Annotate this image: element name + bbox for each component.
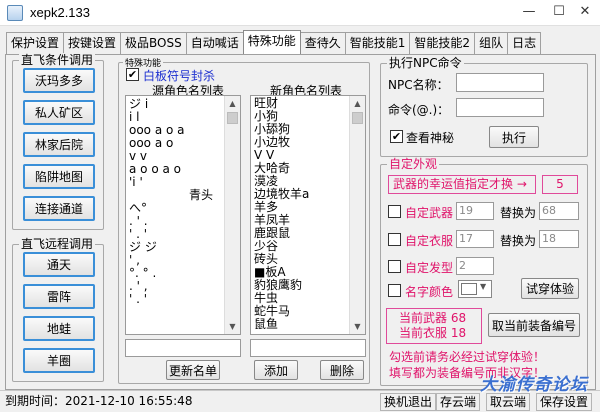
view-mystery-checkbox[interactable]: ✔ bbox=[390, 130, 403, 143]
tab-boss[interactable]: 极品BOSS bbox=[120, 32, 187, 54]
group-appearance-title: 自定外观 bbox=[387, 157, 440, 171]
scroll-up-icon[interactable]: ▲ bbox=[225, 96, 240, 111]
tab-special[interactable]: 特殊功能 bbox=[242, 30, 301, 54]
new-name-list[interactable]: 旺财 小狗 小舔狗 小边牧 V V 大哈奇 漠凌 边境牧羊a 羊多 羊凤羊 鹿跟鼠 少谷 砖头 ■板A 豹狼… bbox=[250, 95, 366, 335]
weapon-id-input[interactable]: 19 bbox=[456, 202, 494, 220]
custom-weapon-label: 自定武器 bbox=[405, 206, 454, 220]
custom-hair-label: 自定发型 bbox=[405, 261, 454, 275]
remote-button-4[interactable]: 羊圈 bbox=[23, 348, 95, 373]
color-swatch bbox=[461, 283, 477, 295]
group-condition-fly-title: 直飞条件调用 bbox=[19, 53, 96, 67]
save-settings-button[interactable]: 保存设置 bbox=[536, 393, 593, 411]
tab-log[interactable]: 日志 bbox=[507, 32, 542, 54]
scroll-thumb[interactable] bbox=[227, 112, 238, 124]
watermark-logo: 大渝传奇论坛 bbox=[480, 375, 588, 395]
scroll-up-icon[interactable]: ▲ bbox=[350, 96, 365, 111]
fly-button-3[interactable]: 林家后院 bbox=[23, 132, 95, 157]
current-cloth-text: 当前衣服 18 bbox=[399, 326, 467, 340]
execute-button[interactable]: 执行 bbox=[489, 126, 539, 148]
cloth-id-input[interactable]: 17 bbox=[456, 230, 494, 248]
source-name-list[interactable]: ジ ii l ooo a o a ooo a ov va o o a o 'i ' 青… bbox=[125, 95, 241, 335]
save-cloud-button[interactable]: 存云端 bbox=[436, 393, 481, 411]
title-bar: xepk2.133 — ☐ ✕ bbox=[0, 0, 600, 26]
new-list-scrollbar[interactable]: ▲ ▼ bbox=[349, 96, 365, 334]
remote-button-2[interactable]: 雷阵 bbox=[23, 284, 95, 309]
try-on-button[interactable]: 试穿体验 bbox=[521, 278, 579, 299]
logout-button[interactable]: 换机退出 bbox=[380, 393, 437, 411]
tab-team[interactable]: 组队 bbox=[474, 32, 509, 54]
fly-button-1[interactable]: 沃玛多多 bbox=[23, 68, 95, 93]
take-current-equipment-button[interactable]: 取当前装备编号 bbox=[488, 313, 580, 337]
list-item[interactable]: ジ ジ bbox=[129, 241, 237, 254]
fly-button-4[interactable]: 陷阱地图 bbox=[23, 164, 95, 189]
cloth-replace-input[interactable]: 18 bbox=[539, 230, 579, 248]
custom-hair-checkbox[interactable] bbox=[388, 260, 401, 273]
command-input[interactable] bbox=[456, 98, 544, 117]
current-equipment-box: 当前武器 68 当前衣服 18 bbox=[386, 308, 482, 344]
hair-id-input[interactable]: 2 bbox=[456, 257, 494, 275]
scroll-down-icon[interactable]: ▼ bbox=[350, 319, 365, 334]
weapon-replace-input[interactable]: 68 bbox=[539, 202, 579, 220]
fly-button-2[interactable]: 私人矿区 bbox=[23, 100, 95, 125]
window-title: xepk2.133 bbox=[30, 5, 90, 20]
delete-button[interactable]: 删除 bbox=[320, 360, 364, 380]
update-list-button[interactable]: 更新名单 bbox=[166, 360, 220, 380]
list-item[interactable]: 鼠鱼 bbox=[254, 318, 362, 331]
cloth-replace-label: 替换为 bbox=[500, 234, 537, 248]
app-icon bbox=[7, 5, 23, 21]
close-button[interactable]: ✕ bbox=[570, 0, 600, 22]
tab-keys[interactable]: 按键设置 bbox=[63, 32, 122, 54]
note-try-on: 勾选前请务必经过试穿体验！ bbox=[389, 350, 546, 364]
name-color-label: 名字颜色 bbox=[405, 285, 454, 299]
list-item[interactable]: ' . ' bbox=[129, 293, 237, 306]
tab-auto-shout[interactable]: 自动喊话 bbox=[185, 32, 244, 54]
lucky-value-button[interactable]: 武器的幸运值指定才换 → bbox=[388, 175, 536, 194]
source-list-scrollbar[interactable]: ▲ ▼ bbox=[224, 96, 240, 334]
custom-cloth-checkbox[interactable] bbox=[388, 233, 401, 246]
white-board-checkbox[interactable]: ✔ bbox=[126, 68, 139, 81]
minimize-button[interactable]: — bbox=[514, 0, 544, 22]
current-weapon-text: 当前武器 68 bbox=[399, 311, 467, 325]
command-label: 命令(@.)： bbox=[388, 103, 450, 117]
group-npc-title: 执行NPC命令 bbox=[387, 56, 464, 70]
load-cloud-button[interactable]: 取云端 bbox=[486, 393, 531, 411]
custom-weapon-checkbox[interactable] bbox=[388, 205, 401, 218]
view-mystery-label: 查看神秘 bbox=[406, 131, 455, 145]
new-name-input[interactable] bbox=[250, 339, 366, 357]
chevron-down-icon: ▼ bbox=[480, 282, 487, 291]
tab-protection[interactable]: 保护设置 bbox=[6, 32, 65, 54]
name-color-checkbox[interactable] bbox=[388, 284, 401, 297]
add-button[interactable]: 添加 bbox=[254, 360, 298, 380]
remote-button-3[interactable]: 地蛙 bbox=[23, 316, 95, 341]
remote-button-1[interactable]: 通天 bbox=[23, 252, 95, 277]
list-item[interactable]: a o o a o bbox=[129, 163, 237, 176]
lucky-value-input[interactable]: 5 bbox=[542, 175, 578, 194]
npc-name-label: NPC名称： bbox=[388, 78, 449, 92]
list-item[interactable]: ジ i bbox=[129, 98, 237, 111]
group-remote-fly-title: 直飞远程调用 bbox=[19, 237, 96, 251]
custom-cloth-label: 自定衣服 bbox=[405, 234, 454, 248]
fly-button-5[interactable]: 连接通道 bbox=[23, 196, 95, 221]
name-color-dropdown[interactable]: ▼ bbox=[458, 280, 492, 298]
scroll-down-icon[interactable]: ▼ bbox=[225, 319, 240, 334]
source-name-input[interactable] bbox=[125, 339, 241, 357]
tab-check[interactable]: 查待久 bbox=[299, 32, 346, 54]
scroll-thumb[interactable] bbox=[352, 112, 363, 124]
list-item[interactable]: 'i ' bbox=[129, 176, 237, 189]
npc-name-input[interactable] bbox=[456, 73, 544, 92]
weapon-replace-label: 替换为 bbox=[500, 206, 537, 220]
expiry-time: 到期时间：2021-12-10 16:55:48 bbox=[2, 393, 278, 411]
tab-skill2[interactable]: 智能技能2 bbox=[409, 32, 476, 54]
tab-skill1[interactable]: 智能技能1 bbox=[344, 32, 411, 54]
tab-bar: 保护设置 按键设置 极品BOSS 自动喊话 特殊功能 查待久 智能技能1 智能技… bbox=[6, 30, 542, 54]
